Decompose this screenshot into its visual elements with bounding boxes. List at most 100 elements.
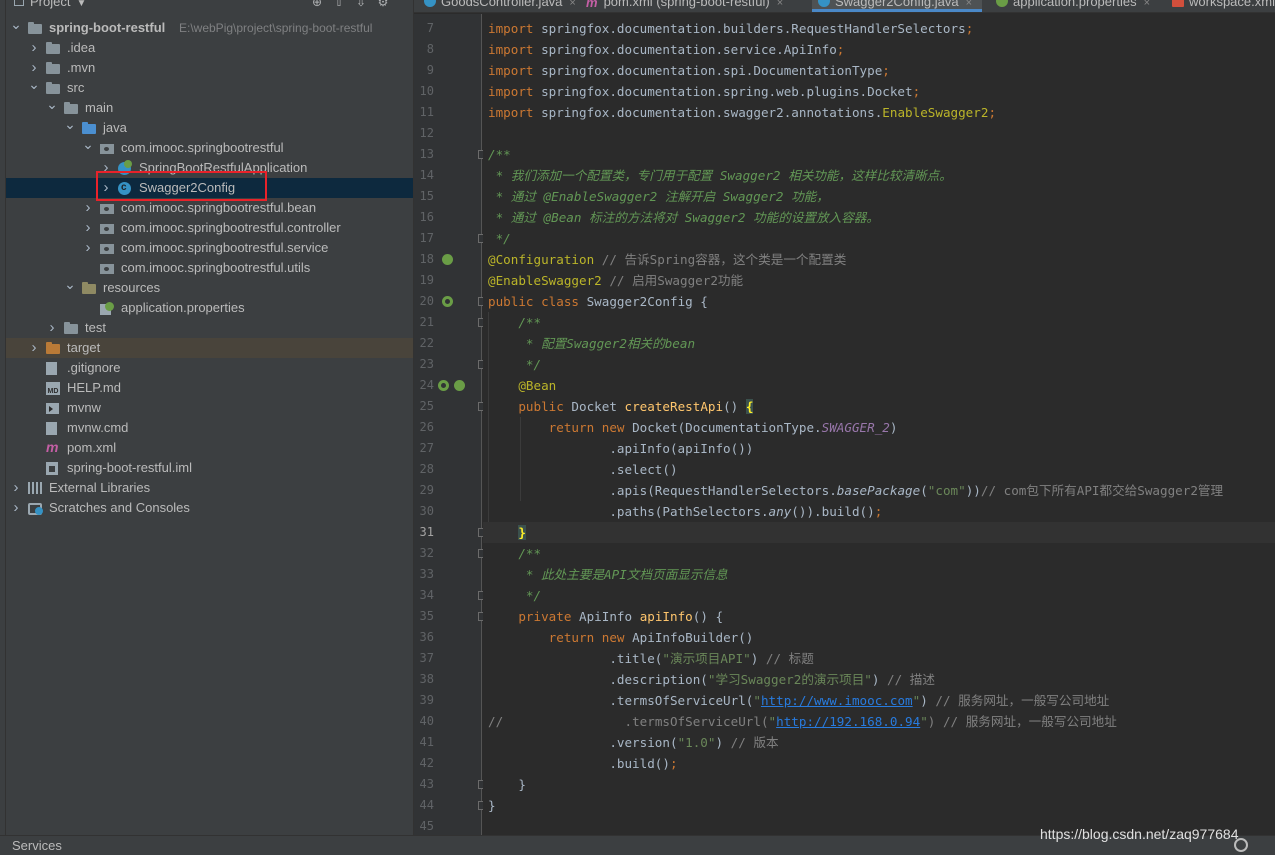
tree-item-com-imooc-springbootrestful-service[interactable]: › com.imooc.springbootrestful.service: [6, 238, 413, 258]
tab-label: Swagger2Config.java: [835, 0, 959, 9]
line-number: 24: [419, 378, 434, 392]
tree-item-spring-boot-restful-iml[interactable]: spring-boot-restful.iml: [6, 458, 413, 478]
spring-bean-icon[interactable]: [438, 380, 449, 391]
chevron-right-icon[interactable]: ›: [10, 478, 22, 498]
services-tool-button[interactable]: Services: [12, 838, 62, 853]
tree-item-mvnw[interactable]: mvnw: [6, 398, 413, 418]
code-token: return new: [548, 420, 633, 435]
chevron-down-icon[interactable]: ⌄: [82, 134, 94, 154]
tree-item-target[interactable]: › target: [6, 338, 413, 358]
code-token: * 通过: [488, 189, 544, 204]
spring-config-icon[interactable]: [442, 254, 453, 265]
close-icon[interactable]: ×: [569, 0, 575, 9]
code-token: .termsOfServiceUrl(: [503, 714, 769, 729]
chevron-right-icon[interactable]: ›: [82, 218, 94, 238]
code-token: ()).build(): [791, 504, 875, 519]
code-token: import: [488, 21, 542, 36]
tree-item-mvnw-cmd[interactable]: mvnw.cmd: [6, 418, 413, 438]
tab-pom[interactable]: m pom.xml (spring-boot-restful) ×: [580, 0, 806, 12]
tree-item-src[interactable]: ⌄ src: [6, 76, 413, 98]
feedback-icon[interactable]: [1234, 838, 1248, 852]
chevron-right-icon[interactable]: ›: [28, 38, 40, 58]
chevron-right-icon[interactable]: ›: [10, 498, 22, 518]
code-line: // .termsOfServiceUrl("http://192.168.0.…: [488, 711, 1117, 732]
chevron-right-icon[interactable]: ›: [82, 198, 94, 218]
code-token: ): [715, 735, 731, 750]
tree-item-com-imooc-springbootrestful[interactable]: ⌄ com.imooc.springbootrestful: [6, 136, 413, 158]
tab-application[interactable]: application.properties ×: [990, 0, 1160, 12]
tree-item-java[interactable]: ⌄ java: [6, 116, 413, 138]
code-token: Docket: [571, 399, 625, 414]
class-icon: [818, 0, 830, 7]
spring-config-icon[interactable]: [454, 380, 465, 391]
expand-all-icon[interactable]: ⇩: [350, 0, 372, 9]
chevron-down-icon[interactable]: ⌄: [64, 274, 76, 294]
line-number: 17: [419, 231, 434, 245]
tree-item-test[interactable]: › test: [6, 318, 413, 338]
line-number: 10: [419, 84, 434, 98]
code-token: }: [488, 777, 526, 792]
iml-file-icon: [46, 462, 58, 475]
chevron-right-icon[interactable]: ›: [82, 238, 94, 258]
chevron-down-icon[interactable]: ⌄: [64, 114, 76, 134]
code-token: {: [745, 399, 754, 414]
tab-workspace[interactable]: workspace.xml: [1166, 0, 1275, 12]
chevron-right-icon[interactable]: ›: [28, 338, 40, 358]
locate-icon[interactable]: ⊕: [306, 0, 328, 9]
code-token: "演示项目API": [662, 651, 751, 666]
code-token: createRestApi: [624, 399, 724, 414]
code-token: ;: [988, 105, 997, 120]
code-token: .select(): [488, 462, 678, 477]
chevron-down-icon[interactable]: ⌄: [46, 94, 58, 114]
code-token: ": [920, 714, 928, 729]
code-token: import: [488, 105, 542, 120]
folder-icon: [46, 62, 60, 74]
code-token: private: [518, 609, 580, 624]
chevron-down-icon[interactable]: ⌄: [28, 74, 40, 94]
code-line: import springfox.documentation.builders.…: [488, 18, 973, 39]
tree-item-external-libraries[interactable]: › External Libraries: [6, 478, 413, 498]
line-number: 30: [419, 504, 434, 518]
line-number: 32: [419, 546, 434, 560]
project-view-dropdown[interactable]: Project ▼: [14, 0, 86, 9]
collapse-all-icon[interactable]: ⇧: [328, 0, 350, 9]
tree-item-resources[interactable]: ⌄ resources: [6, 276, 413, 298]
code-line: private ApiInfo apiInfo() {: [488, 606, 723, 627]
code-editor[interactable]: import springfox.documentation.builders.…: [483, 14, 1275, 835]
project-panel-header: Project ▼ ⊕⇧⇩⚙ −: [6, 0, 413, 12]
tree-item-label: spring-boot-restful: [49, 20, 166, 35]
gear-icon[interactable]: ⚙: [372, 0, 394, 9]
code-token: springfox.documentation.builders.Request…: [541, 21, 966, 36]
code-line: .termsOfServiceUrl("http://www.imooc.com…: [488, 690, 1109, 711]
close-icon[interactable]: ×: [777, 0, 783, 9]
tree-item-pom-xml[interactable]: m pom.xml: [6, 438, 413, 458]
line-number: 18: [419, 252, 434, 266]
close-icon[interactable]: ×: [1144, 0, 1150, 9]
tree-item-label: target: [67, 340, 101, 355]
tab-goodscontroller[interactable]: GoodsController.java ×: [418, 0, 576, 12]
tree-item-scratches-and-consoles[interactable]: › Scratches and Consoles: [6, 498, 413, 518]
code-token: apiInfo: [639, 609, 693, 624]
hide-icon[interactable]: −: [306, 9, 328, 12]
tree-item-com-imooc-springbootrestful-controller[interactable]: › com.imooc.springbootrestful.controller: [6, 218, 413, 238]
tree-item-mvn[interactable]: › .mvn: [6, 58, 413, 78]
tree-item-spring-boot-restful[interactable]: ⌄ spring-boot-restful E:\webPig\project\sp…: [6, 16, 413, 38]
package-icon: [100, 224, 114, 234]
chevron-down-icon[interactable]: ⌄: [10, 14, 22, 34]
code-line: public class Swagger2Config {: [488, 291, 708, 312]
tree-item-gitignore[interactable]: .gitignore: [6, 358, 413, 378]
tree-item-com-imooc-springbootrestful-bean[interactable]: › com.imooc.springbootrestful.bean: [6, 198, 413, 218]
code-line: * 通过 @EnableSwagger2 注解开启 Swagger2 功能，: [488, 186, 829, 207]
close-icon[interactable]: ×: [966, 0, 972, 9]
code-token: EnableSwagger2: [882, 105, 989, 120]
tree-item-label: java: [103, 120, 127, 135]
spring-bean-icon[interactable]: [442, 296, 453, 307]
tree-item-help-md[interactable]: MD HELP.md: [6, 378, 413, 398]
line-number: 26: [419, 420, 434, 434]
code-token: "com": [927, 483, 966, 498]
tree-item-application-properties[interactable]: application.properties: [6, 298, 413, 318]
tree-item-idea[interactable]: › .idea: [6, 38, 413, 58]
chevron-right-icon[interactable]: ›: [46, 318, 58, 338]
red-highlight-box: [96, 171, 267, 201]
tab-swagger2config[interactable]: Swagger2Config.java ×: [812, 0, 982, 12]
